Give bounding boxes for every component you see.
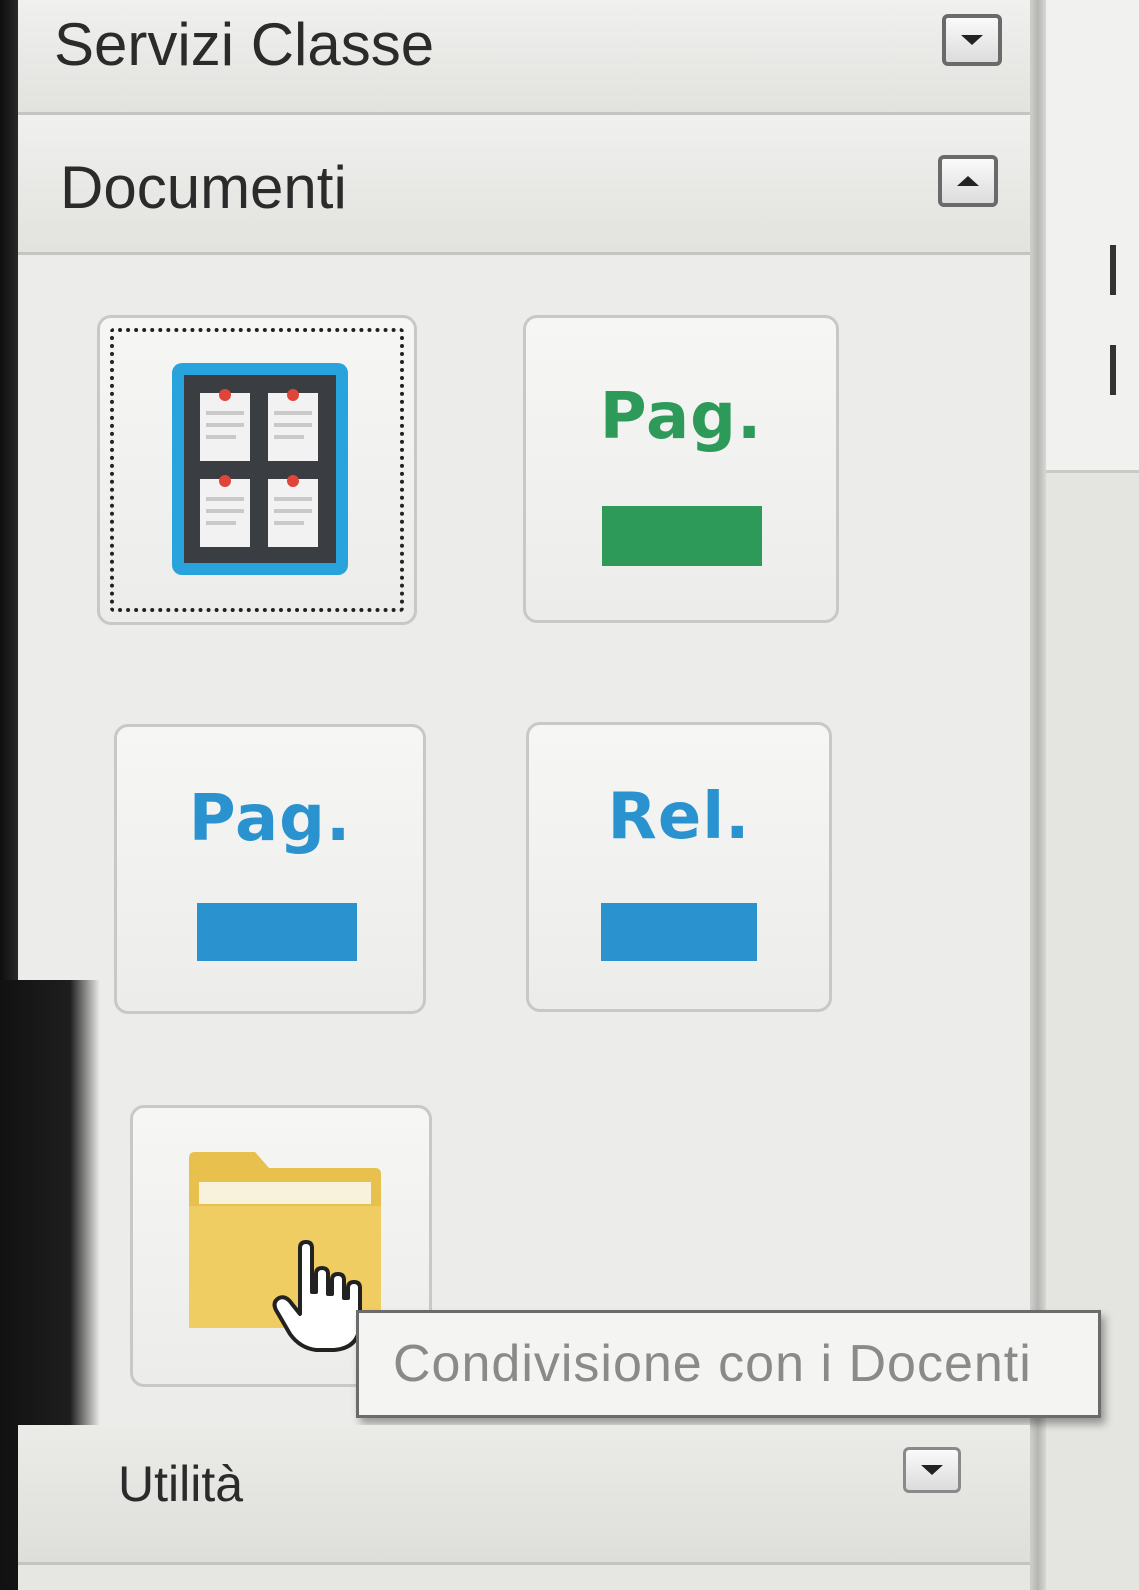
tile-rel-blue[interactable]: Rel.: [526, 722, 832, 1012]
tile-label: Rel.: [607, 780, 751, 854]
section-title: Servizi Classe: [54, 11, 435, 78]
tile-label: Pag.: [599, 380, 763, 454]
tile-color-bar: [197, 903, 357, 961]
tile-color-bar: [601, 903, 757, 961]
tile-pag-blue[interactable]: Pag.: [114, 724, 426, 1014]
section-header-utilita[interactable]: Utilità: [18, 1425, 1030, 1565]
tile-bacheca[interactable]: [97, 315, 417, 625]
main-content-card: [1046, 0, 1139, 473]
hand-pointer-icon: [272, 1240, 362, 1352]
chevron-up-icon: [957, 176, 979, 186]
next-section-header: [18, 1565, 1030, 1590]
expand-toggle-button[interactable]: [903, 1447, 961, 1493]
section-header-servizi-classe[interactable]: Servizi Classe: [18, 0, 1030, 115]
content-text-fragment: [1110, 345, 1116, 395]
collapse-toggle-button[interactable]: [938, 155, 998, 207]
tile-pag-green[interactable]: Pag.: [523, 315, 839, 623]
section-title: Documenti: [60, 154, 347, 221]
chevron-down-icon: [921, 1465, 943, 1475]
tile-color-bar: [602, 506, 762, 566]
section-title: Utilità: [118, 1456, 244, 1512]
section-header-documenti[interactable]: Documenti: [18, 115, 1030, 255]
tile-label: Pag.: [188, 782, 352, 856]
bulletin-board-icon: [172, 363, 348, 575]
tooltip: Condivisione con i Docenti: [356, 1310, 1101, 1418]
content-text-fragment: [1110, 245, 1116, 295]
chevron-down-icon: [961, 35, 983, 45]
expand-toggle-button[interactable]: [942, 14, 1002, 66]
